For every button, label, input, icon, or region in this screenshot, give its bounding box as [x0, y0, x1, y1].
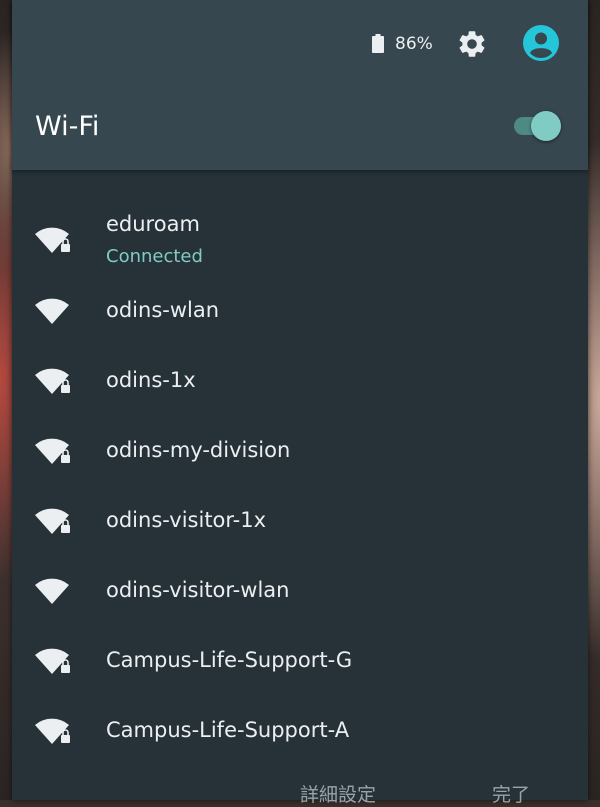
network-name: odins-wlan — [106, 298, 220, 322]
wifi-lock-icon — [35, 508, 70, 534]
network-name: odins-1x — [106, 368, 196, 392]
status-row: 86% — [12, 0, 588, 88]
battery-icon — [372, 34, 384, 53]
network-name: Campus-Life-Support-A — [106, 718, 350, 742]
wifi-toggle[interactable] — [514, 111, 562, 141]
wifi-lock-icon — [35, 648, 70, 674]
wifi-icon — [35, 298, 69, 324]
page-title: Wi-Fi — [35, 111, 100, 142]
network-row-campus-life-support-a[interactable]: Campus-Life-Support-A — [12, 695, 588, 765]
network-status: Connected — [106, 246, 203, 267]
wifi-lock-icon — [35, 718, 70, 744]
network-name: eduroam — [106, 212, 200, 236]
network-row-eduroam[interactable]: eduroam Connected — [12, 200, 588, 280]
quick-settings-panel: 86% Wi-Fi eduroam Connected odins-wlan o… — [12, 0, 588, 806]
wifi-lock-icon — [35, 227, 70, 253]
wifi-lock-icon — [35, 368, 70, 394]
more-settings-button[interactable]: 詳細設定 — [300, 783, 376, 807]
network-row-odins-my-division[interactable]: odins-my-division — [12, 415, 588, 485]
wifi-header: 86% Wi-Fi — [12, 0, 588, 170]
done-button[interactable]: 完了 — [492, 783, 530, 807]
wifi-lock-icon — [35, 438, 70, 464]
network-row-odins-visitor-1x[interactable]: odins-visitor-1x — [12, 485, 588, 555]
battery-percentage: 86% — [395, 34, 433, 54]
network-row-campus-life-support-g[interactable]: Campus-Life-Support-G — [12, 625, 588, 695]
network-name: odins-my-division — [106, 438, 291, 462]
toggle-thumb — [531, 111, 561, 141]
network-name: odins-visitor-wlan — [106, 578, 290, 602]
wifi-icon — [35, 578, 69, 604]
network-name: Campus-Life-Support-G — [106, 648, 353, 672]
account-circle-icon[interactable] — [523, 25, 559, 61]
network-name: odins-visitor-1x — [106, 508, 267, 532]
network-row-odins-wlan[interactable]: odins-wlan — [12, 275, 588, 345]
gear-icon[interactable] — [456, 28, 488, 60]
network-row-odins-visitor-wlan[interactable]: odins-visitor-wlan — [12, 555, 588, 625]
network-row-odins-1x[interactable]: odins-1x — [12, 345, 588, 415]
